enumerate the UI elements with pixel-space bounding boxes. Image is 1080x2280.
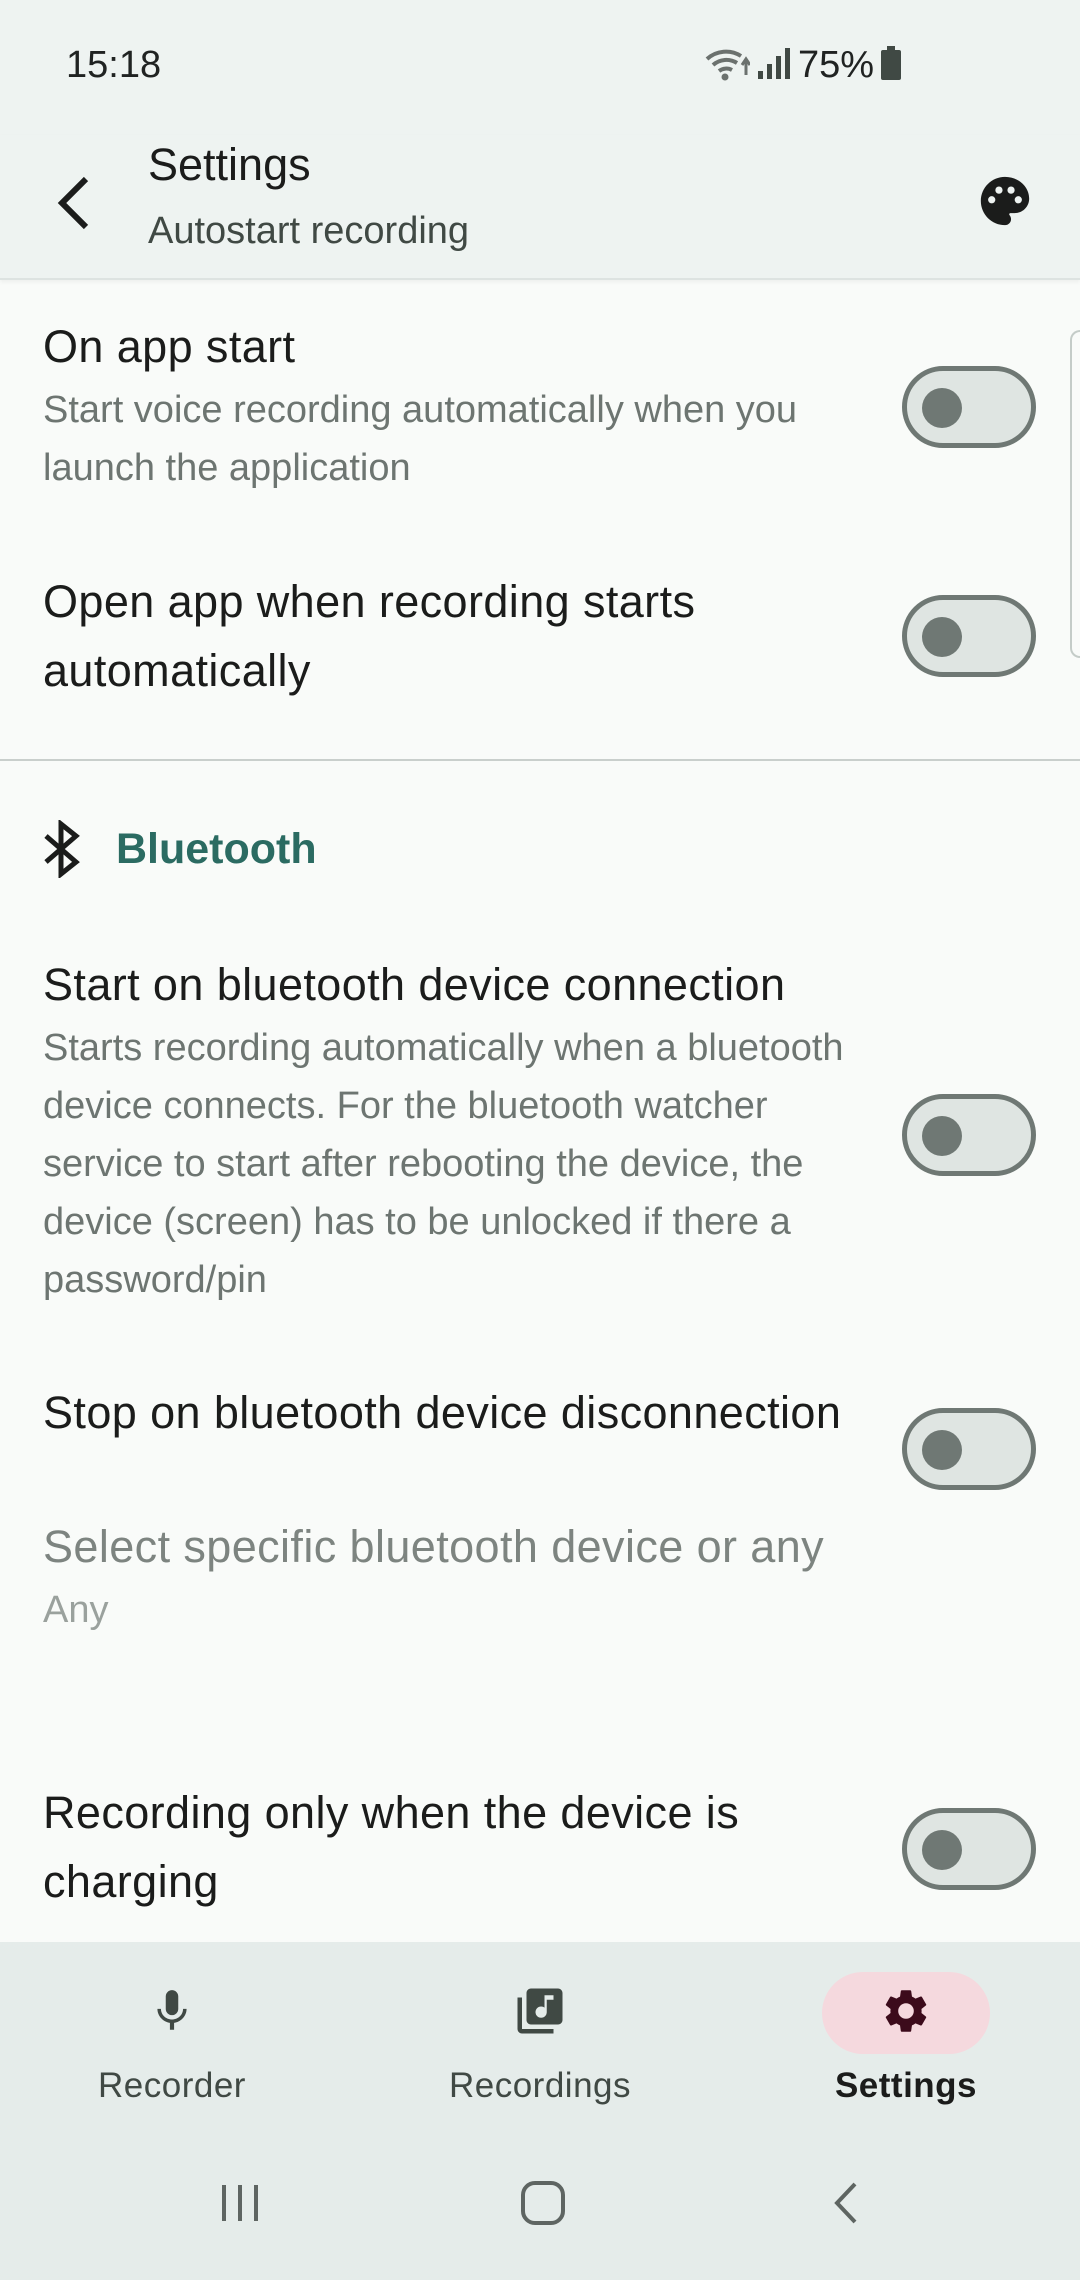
wifi-icon: [704, 43, 752, 88]
page-title: Settings: [148, 139, 311, 190]
nav-label: Recordings: [448, 2066, 632, 2105]
page-subtitle: Autostart recording: [148, 210, 470, 252]
pref-stop-on-bluetooth[interactable]: Stop on bluetooth device disconnection: [43, 1378, 883, 1447]
switch-knob: [922, 1116, 962, 1156]
nav-item-recordings[interactable]: Recordings: [374, 1942, 706, 2130]
pref-charging-only[interactable]: Recording only when the device is chargi…: [43, 1778, 883, 1916]
pref-summary: Starts recording automatically when a bl…: [43, 1027, 844, 1301]
battery-percent: 75%: [797, 43, 874, 86]
pref-select-bluetooth-device[interactable]: Select specific bluetooth device or any …: [43, 1512, 1043, 1639]
arrow-back-icon: [52, 173, 96, 238]
bluetooth-icon: [40, 818, 84, 880]
switch-knob: [922, 388, 962, 428]
pref-title: Start on bluetooth device connection: [43, 959, 786, 1010]
nav-label: Recorder: [98, 2066, 246, 2105]
pref-value: Any: [43, 1589, 109, 1631]
library-music-icon: [513, 1984, 567, 2043]
open-app-switch[interactable]: [902, 595, 1036, 677]
stop-on-bluetooth-switch[interactable]: [902, 1408, 1036, 1490]
nav-indicator: [456, 1972, 624, 2054]
switch-knob: [922, 617, 962, 657]
pref-title: Stop on bluetooth device disconnection: [43, 1387, 842, 1438]
status-icons: 75%: [704, 40, 902, 90]
divider: [0, 759, 1080, 761]
scrollbar[interactable]: [1070, 330, 1080, 658]
nav-item-recorder[interactable]: Recorder: [6, 1942, 338, 2130]
nav-indicator: [88, 1972, 256, 2054]
gear-icon: [880, 1985, 932, 2042]
nav-item-settings[interactable]: Settings: [740, 1942, 1072, 2130]
pref-start-on-bluetooth[interactable]: Start on bluetooth device connection Sta…: [43, 950, 883, 1309]
settings-list[interactable]: On app start Start voice recording autom…: [0, 282, 1080, 1942]
pref-title: Open app when recording starts automatic…: [43, 576, 696, 696]
microphone-icon: [147, 1986, 197, 2041]
theme-button[interactable]: [964, 162, 1046, 244]
palette-icon: [976, 172, 1034, 235]
recents-button[interactable]: [180, 2160, 300, 2250]
pref-on-app-start[interactable]: On app start Start voice recording autom…: [43, 312, 883, 497]
on-app-start-switch[interactable]: [902, 366, 1036, 448]
recents-icon: [218, 2183, 262, 2228]
nav-indicator-active: [822, 1972, 990, 2054]
switch-knob: [922, 1430, 962, 1470]
app-bar: Settings Autostart recording: [0, 135, 1080, 280]
home-icon: [520, 2180, 566, 2231]
nav-label: Settings: [834, 2066, 978, 2105]
status-time: 15:18: [66, 44, 162, 86]
system-navigation-bar: [0, 2130, 1080, 2280]
back-icon: [831, 2180, 861, 2231]
back-button[interactable]: [38, 155, 110, 255]
pref-title: Select specific bluetooth device or any: [43, 1521, 825, 1572]
system-back-button[interactable]: [786, 2160, 906, 2250]
charging-only-switch[interactable]: [902, 1808, 1036, 1890]
pref-title: On app start: [43, 321, 296, 372]
home-button[interactable]: [483, 2160, 603, 2250]
switch-knob: [922, 1830, 962, 1870]
status-bar: 15:18 75%: [0, 0, 1080, 135]
start-on-bluetooth-switch[interactable]: [902, 1094, 1036, 1176]
pref-open-app[interactable]: Open app when recording starts automatic…: [43, 567, 883, 705]
pref-summary: Start voice recording automatically when…: [43, 389, 798, 489]
battery-icon: [880, 45, 902, 86]
category-title-bluetooth: Bluetooth: [116, 825, 317, 873]
bottom-navigation: Recorder Recordings Settings: [0, 1942, 1080, 2130]
pref-title: Recording only when the device is chargi…: [43, 1787, 740, 1907]
signal-icon: [756, 43, 792, 88]
